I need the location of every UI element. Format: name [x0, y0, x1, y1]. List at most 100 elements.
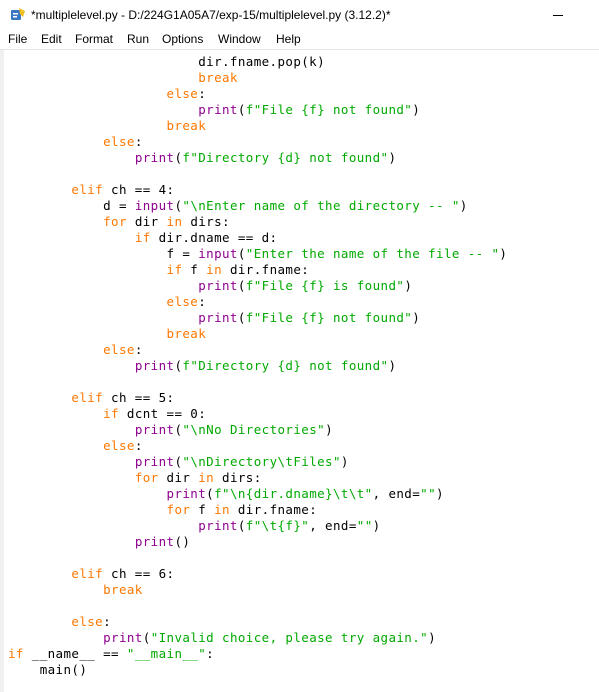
code-token: ch == 4:: [103, 182, 175, 197]
code-token: d =: [8, 198, 135, 213]
code-token: f: [190, 502, 215, 517]
code-token: dir: [126, 214, 167, 229]
menu-bar: File Edit Format Run Options Window Help: [0, 30, 599, 50]
code-token: ): [412, 310, 421, 325]
code-token: for: [103, 214, 127, 229]
code-token: dir.fname.pop(k): [8, 54, 326, 69]
menu-run[interactable]: Run: [127, 32, 149, 46]
window-title: *multiplelevel.py - D:/224G1A05A7/exp-15…: [31, 8, 391, 22]
code-line: print(): [8, 534, 507, 550]
menu-file[interactable]: File: [8, 32, 27, 46]
code-token: f: [182, 262, 207, 277]
code-line: print(f"\t{f}", end=""): [8, 518, 507, 534]
code-token: (: [142, 630, 151, 645]
code-token: print: [198, 310, 238, 325]
code-line: main(): [8, 662, 507, 678]
code-token: ): [412, 102, 421, 117]
code-line: else:: [8, 134, 507, 150]
code-token: print: [166, 486, 207, 501]
code-line: print(f"\n{dir.dname}\t\t", end=""): [8, 486, 507, 502]
code-token: dirs:: [182, 214, 230, 229]
code-editor[interactable]: dir.fname.pop(k) break else: print(f"Fil…: [0, 50, 599, 692]
code-token: "__main__": [126, 646, 207, 661]
code-token: else: [103, 438, 135, 453]
code-token: print: [134, 422, 175, 437]
code-line: print(f"File {f} not found"): [8, 310, 507, 326]
code-token: elif: [71, 566, 104, 581]
code-token: f"File {f} is found": [245, 278, 405, 293]
code-token: , end=: [309, 518, 357, 533]
code-token: "\nEnter name of the directory -- ": [182, 198, 460, 213]
code-token: :: [206, 646, 215, 661]
code-line: else:: [8, 86, 507, 102]
code-token: (: [237, 246, 246, 261]
code-token: (): [174, 534, 191, 549]
code-token: :: [134, 134, 143, 149]
code-token: "Invalid choice, please try again.": [150, 630, 429, 645]
code-line: elif ch == 5:: [8, 390, 507, 406]
code-token: dcnt == 0:: [118, 406, 207, 421]
code-token: , end=: [372, 486, 421, 501]
code-line: break: [8, 326, 507, 342]
code-token: for: [134, 470, 159, 485]
menu-help[interactable]: Help: [276, 32, 301, 46]
code-token: (: [237, 518, 246, 533]
code-token: else: [103, 134, 135, 149]
code-token: "\nDirectory\tFiles": [182, 454, 341, 469]
code-token: dir.fname:: [229, 502, 318, 517]
code-token: dirs:: [214, 470, 262, 485]
menu-format[interactable]: Format: [75, 32, 113, 46]
code-line: if __name__ == "__main__":: [8, 646, 507, 662]
code-token: :: [198, 86, 207, 101]
code-token: print: [103, 630, 143, 645]
code-token: in: [166, 214, 183, 229]
code-token: else: [103, 342, 135, 357]
code-line: if dcnt == 0:: [8, 406, 507, 422]
code-line: print("\nNo Directories"): [8, 422, 507, 438]
code-token: ): [404, 278, 413, 293]
code-token: if: [8, 646, 24, 661]
code-line: else:: [8, 294, 507, 310]
code-token: else: [71, 614, 104, 629]
code-token: else: [166, 294, 199, 309]
code-token: print: [198, 518, 238, 533]
menu-window[interactable]: Window: [218, 32, 261, 46]
code-token: ): [388, 358, 397, 373]
code-token: input: [198, 246, 238, 261]
menu-edit[interactable]: Edit: [41, 32, 62, 46]
code-token: break: [166, 118, 207, 133]
code-token: f =: [8, 246, 199, 261]
code-line: else:: [8, 438, 507, 454]
code-line: print(f"Directory {d} not found"): [8, 150, 507, 166]
code-line: print(f"File {f} not found"): [8, 102, 507, 118]
code-token: :: [103, 614, 112, 629]
code-token: print: [198, 102, 238, 117]
code-token: "\nNo Directories": [182, 422, 326, 437]
code-line: f = input("Enter the name of the file --…: [8, 246, 507, 262]
code-token: (: [237, 102, 246, 117]
minimize-button[interactable]: [548, 8, 568, 22]
title-bar: *multiplelevel.py - D:/224G1A05A7/exp-15…: [0, 0, 599, 30]
code-token: "": [420, 486, 437, 501]
code-line: break: [8, 118, 507, 134]
code-token: (: [206, 486, 215, 501]
menu-options[interactable]: Options: [162, 32, 203, 46]
code-token: ch == 5:: [103, 390, 175, 405]
code-text[interactable]: dir.fname.pop(k) break else: print(f"Fil…: [8, 54, 507, 678]
code-token: if: [134, 230, 151, 245]
